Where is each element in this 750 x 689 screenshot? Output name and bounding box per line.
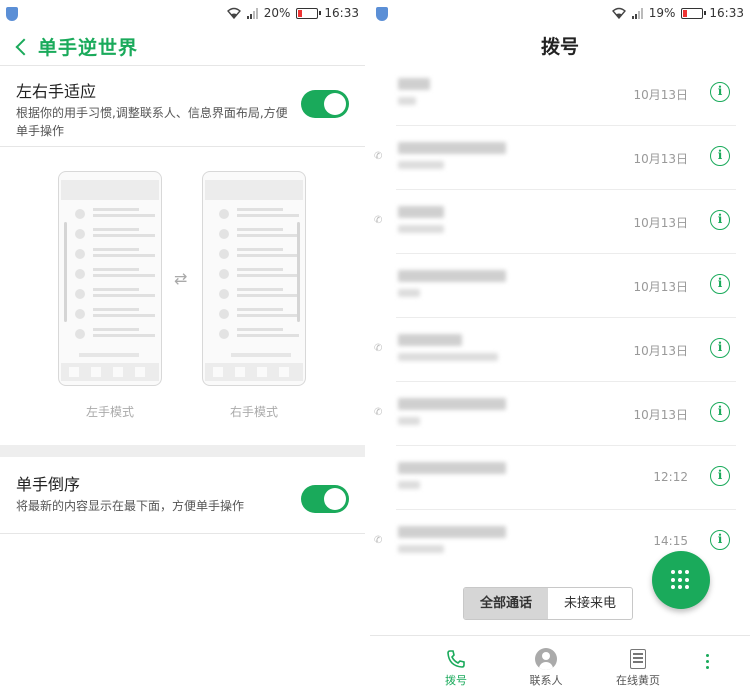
battery-icon xyxy=(681,7,707,19)
section-gap xyxy=(0,445,365,457)
tab-dial[interactable]: 拨号 xyxy=(426,646,486,688)
page-header: 单手逆世界 xyxy=(0,28,365,66)
call-time: 10月13日 xyxy=(633,88,688,102)
hand-mode-illustration: ⇄ 左手模式 右手模式 xyxy=(0,147,365,445)
reverse-order-toggle[interactable] xyxy=(301,485,349,513)
page-title: 单手逆世界 xyxy=(38,37,139,59)
tab-label: 拨号 xyxy=(445,674,467,687)
setting-title: 单手倒序 xyxy=(16,475,81,494)
call-time: 10月13日 xyxy=(633,280,688,294)
filter-missed-calls[interactable]: 未接来电 xyxy=(548,588,632,619)
call-log-item[interactable]: ✆ 10月13日 i xyxy=(374,382,736,446)
info-icon[interactable]: i xyxy=(710,530,730,550)
shield-icon xyxy=(376,7,388,21)
call-time: 12:12 xyxy=(653,470,688,484)
setting-description: 将最新的内容显示在最下面，方便单手操作 xyxy=(16,499,245,513)
battery-icon xyxy=(296,7,322,19)
page-title: 拨号 xyxy=(540,36,579,58)
setting-reverse-order: 单手倒序 将最新的内容显示在最下面，方便单手操作 xyxy=(0,457,365,533)
call-log-item[interactable]: 10月13日 i xyxy=(396,254,736,318)
info-icon[interactable]: i xyxy=(710,338,730,358)
setting-description: 根据你的用手习惯,调整联系人、信息界面布局,方便单手操作 xyxy=(16,106,288,138)
more-options-icon[interactable] xyxy=(706,654,710,672)
bottom-tab-bar: 拨号 联系人 在线黄页 xyxy=(370,635,750,689)
tab-label: 在线黄页 xyxy=(616,674,660,687)
tab-contacts[interactable]: 联系人 xyxy=(516,646,576,688)
shield-icon xyxy=(6,7,18,21)
wifi-icon xyxy=(226,7,241,19)
signal-icon xyxy=(631,7,643,19)
call-log-item[interactable]: 12:12 i xyxy=(396,446,736,510)
info-icon[interactable]: i xyxy=(710,402,730,422)
outgoing-call-icon: ✆ xyxy=(374,215,383,226)
left-hand-mode-label: 左手模式 xyxy=(86,405,135,419)
right-hand-phone-illustration xyxy=(202,171,306,386)
wifi-icon xyxy=(611,7,626,19)
clock: 16:33 xyxy=(709,6,744,20)
back-arrow-icon[interactable] xyxy=(15,38,33,55)
info-icon[interactable]: i xyxy=(710,210,730,230)
dialpad-button[interactable] xyxy=(652,551,710,609)
call-log-item[interactable]: 10月13日 i xyxy=(396,62,736,126)
call-time: 10月13日 xyxy=(633,408,688,422)
outgoing-call-icon: ✆ xyxy=(374,407,383,418)
swap-arrows-icon: ⇄ xyxy=(174,269,188,288)
signal-icon xyxy=(246,7,258,19)
call-time: 10月13日 xyxy=(633,216,688,230)
info-icon[interactable]: i xyxy=(710,274,730,294)
setting-title: 左右手适应 xyxy=(16,82,97,101)
call-time: 14:15 xyxy=(653,534,688,548)
one-hand-settings-screen: 20% 16:33 单手逆世界 左右手适应 根据你的用手习惯,调整联系人、信息界… xyxy=(0,0,365,689)
call-time: 10月13日 xyxy=(633,152,688,166)
setting-hand-adapt: 左右手适应 根据你的用手习惯,调整联系人、信息界面布局,方便单手操作 xyxy=(0,66,365,146)
divider xyxy=(0,533,365,534)
outgoing-call-icon: ✆ xyxy=(374,151,383,162)
dialpad-icon xyxy=(671,570,691,590)
dialer-screen: 19% 16:33 拨号 10月13日 i ✆ 10月13日 i ✆ 10月13… xyxy=(370,0,750,689)
status-bar: 19% 16:33 xyxy=(370,0,750,28)
battery-percent: 20% xyxy=(263,6,291,20)
phone-icon xyxy=(426,646,486,672)
call-log-item[interactable]: ✆ 10月13日 i xyxy=(374,126,736,190)
yellow-pages-icon xyxy=(630,649,646,669)
call-time: 10月13日 xyxy=(633,344,688,358)
call-log-item[interactable]: ✆ 10月13日 i xyxy=(374,318,736,382)
call-log-item[interactable]: ✆ 10月13日 i xyxy=(374,190,736,254)
tab-label: 联系人 xyxy=(529,674,563,687)
right-hand-mode-label: 右手模式 xyxy=(230,405,279,419)
tab-yellow-pages[interactable]: 在线黄页 xyxy=(608,646,668,688)
battery-percent: 19% xyxy=(648,6,676,20)
call-filter-toggle: 全部通话 未接来电 xyxy=(463,587,633,620)
status-bar: 20% 16:33 xyxy=(0,0,365,28)
outgoing-call-icon: ✆ xyxy=(374,343,383,354)
call-log-list: 10月13日 i ✆ 10月13日 i ✆ 10月13日 i 10月13日 i … xyxy=(370,62,750,574)
info-icon[interactable]: i xyxy=(710,146,730,166)
toggle-knob xyxy=(324,488,346,510)
clock: 16:33 xyxy=(324,6,359,20)
toggle-knob xyxy=(324,93,346,115)
info-icon[interactable]: i xyxy=(710,466,730,486)
outgoing-call-icon: ✆ xyxy=(374,535,383,546)
left-hand-phone-illustration xyxy=(58,171,162,386)
info-icon[interactable]: i xyxy=(710,82,730,102)
hand-adapt-toggle[interactable] xyxy=(301,90,349,118)
person-icon xyxy=(535,648,557,670)
filter-all-calls[interactable]: 全部通话 xyxy=(464,588,548,619)
